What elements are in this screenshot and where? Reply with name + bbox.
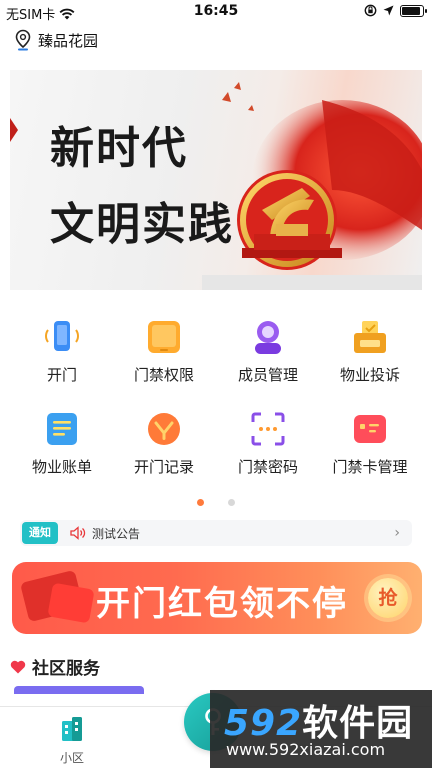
banner-red-marker <box>10 118 18 142</box>
red-envelope-icon <box>47 582 95 624</box>
menu-item-access-password[interactable]: 门禁密码 <box>214 404 322 484</box>
tab-community[interactable]: 小区 <box>42 715 102 766</box>
heart-icon <box>10 660 26 673</box>
pager-dot-active[interactable] <box>197 499 205 506</box>
menu-item-property-bill[interactable]: 物业账单 <box>8 404 116 484</box>
password-scan-icon <box>251 412 285 446</box>
menu-label: 门禁密码 <box>237 458 298 476</box>
menu-label: 门禁权限 <box>133 366 194 384</box>
menu-item-open-record[interactable]: 开门记录 <box>110 404 218 484</box>
menu-label: 成员管理 <box>237 366 298 384</box>
chevron-right-icon: › <box>394 525 400 541</box>
party-emblem-artwork <box>202 82 422 290</box>
notice-text: 测试公告 <box>92 526 141 541</box>
watermark-text: 软件园 <box>302 703 414 744</box>
community-service-header: 社区服务 <box>10 654 100 679</box>
menu-item-property-complaint[interactable]: 物业投诉 <box>316 312 424 392</box>
record-icon <box>148 413 180 445</box>
red-envelope-banner[interactable]: 开门红包领不停 抢 <box>12 562 422 634</box>
menu-label: 开门记录 <box>133 458 194 476</box>
rotation-lock-icon <box>364 4 377 17</box>
tab-label: 小区 <box>59 751 84 765</box>
watermark-brand: 592软件园 <box>224 694 413 746</box>
tablet-icon <box>148 321 180 353</box>
promo-banner[interactable]: 新时代 文明实践 <box>10 70 422 290</box>
section-title: 社区服务 <box>32 659 100 679</box>
speaker-icon <box>70 526 86 540</box>
menu-label: 物业投诉 <box>339 366 400 384</box>
menu-item-open-door[interactable]: 开门 <box>8 312 116 392</box>
battery-icon <box>400 4 427 17</box>
member-icon <box>255 321 281 354</box>
menu-item-access-permission[interactable]: 门禁权限 <box>110 312 218 392</box>
location-selector[interactable]: 臻品花园 <box>14 28 98 52</box>
notice-bar[interactable]: 通知 测试公告 › <box>20 520 412 546</box>
watermark-number: 592 <box>224 703 303 744</box>
bill-icon <box>47 413 77 445</box>
menu-item-access-card[interactable]: 门禁卡管理 <box>316 404 424 484</box>
grab-button[interactable]: 抢 <box>368 578 408 618</box>
site-watermark: 592软件园 www.592xiazai.com <box>210 690 432 768</box>
location-arrow-icon <box>383 5 394 16</box>
watermark-url: www.592xiazai.com <box>226 740 386 759</box>
pager-dot[interactable] <box>227 499 235 506</box>
menu-label: 门禁卡管理 <box>332 458 408 476</box>
phone-icon <box>45 321 79 351</box>
service-card-top[interactable] <box>14 686 144 694</box>
pager-dots <box>0 491 432 510</box>
vote-box-icon <box>354 321 386 353</box>
status-bar: 无SIM卡 16:45 <box>0 0 432 24</box>
location-pin-icon <box>15 29 31 51</box>
banner-title-line1: 新时代 <box>50 123 188 174</box>
status-icons <box>364 4 427 17</box>
menu-label: 开门 <box>46 366 77 384</box>
menu-item-member-management[interactable]: 成员管理 <box>214 312 322 392</box>
promo-text: 开门红包领不停 <box>96 584 348 624</box>
battery-level <box>402 6 420 15</box>
notice-tag: 通知 <box>22 522 58 544</box>
card-icon <box>354 415 386 443</box>
building-icon <box>62 717 82 741</box>
menu-label: 物业账单 <box>31 458 92 476</box>
community-name: 臻品花园 <box>38 31 99 50</box>
